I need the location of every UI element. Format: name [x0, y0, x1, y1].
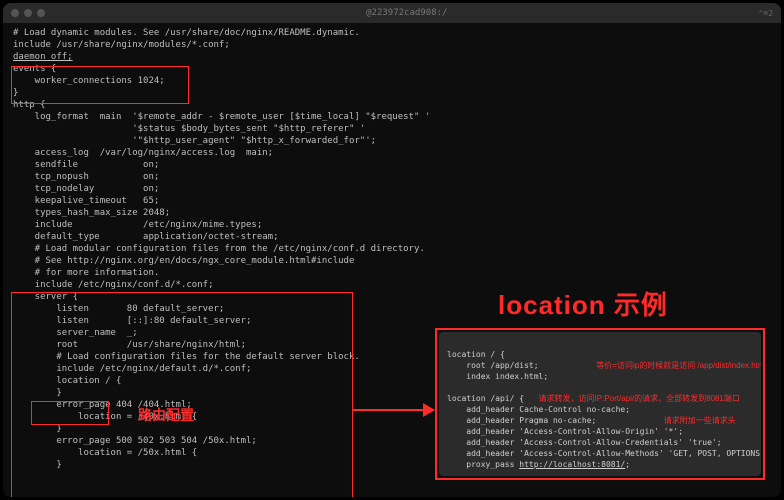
terminal-window: @223972cad908:/ ⌃⌘2 # Load dynamic modul…: [3, 3, 781, 497]
code-line: listen 80 default_server;: [13, 303, 771, 315]
ex-line: add_header 'Access-Control-Allow-Origin'…: [447, 427, 683, 436]
code-line: types_hash_max_size 2048;: [13, 207, 771, 219]
code-line: access_log /var/log/nginx/access.log mai…: [13, 147, 771, 159]
ex-line: index index.html;: [447, 372, 548, 381]
minimize-icon[interactable]: [24, 9, 32, 17]
code-line: # Load modular configuration files from …: [13, 243, 771, 255]
ex-line: add_header Cache-Control no-cache;: [447, 405, 630, 414]
code-line: # Load dynamic modules. See /usr/share/d…: [13, 27, 771, 39]
code-line: keepalive_timeout 65;: [13, 195, 771, 207]
ex-line: add_header 'Access-Control-Allow-Methods…: [447, 449, 761, 458]
code-line: # for more information.: [13, 267, 771, 279]
code-line: worker_connections 1024;: [13, 75, 771, 87]
window-shortcut: ⌃⌘2: [759, 9, 773, 18]
code-line: include /usr/share/nginx/modules/*.conf;: [13, 39, 771, 51]
editor-content[interactable]: # Load dynamic modules. See /usr/share/d…: [3, 23, 781, 497]
code-line: tcp_nopush on;: [13, 171, 771, 183]
code-line: '$status $body_bytes_sent "$http_referer…: [13, 123, 771, 135]
code-line: '"$http_user_agent" "$http_x_forwarded_f…: [13, 135, 771, 147]
code-line: listen [::]:80 default_server;: [13, 315, 771, 327]
ex-line: add_header Pragma no-cache; 请求附加一些请求头: [447, 416, 736, 425]
code-line: default_type application/octet-stream;: [13, 231, 771, 243]
code-line: events {: [13, 63, 771, 75]
code-line: }: [13, 87, 771, 99]
code-line: sendfile on;: [13, 159, 771, 171]
window-title: @223972cad908:/: [55, 8, 759, 18]
code-line: log_format main '$remote_addr - $remote_…: [13, 111, 771, 123]
zoom-icon[interactable]: [37, 9, 45, 17]
code-line: # See http://nginx.org/en/docs/ngx_core_…: [13, 255, 771, 267]
code-line: daemon off;: [13, 51, 771, 63]
ex-line: location /api/ { 请求转发，访问IP:Port/api/的请求，…: [447, 394, 740, 403]
ex-line: location / {: [447, 350, 505, 359]
code-line: http {: [13, 99, 771, 111]
ex-line: root /app/dist; 等价=访问ip的时候就是访问 /app/dist…: [447, 361, 761, 370]
code-line: include /etc/nginx/conf.d/*.conf;: [13, 279, 771, 291]
ex-line: proxy_pass http://localhost:8081/;: [447, 460, 630, 469]
code-line: include /etc/nginx/mime.types;: [13, 219, 771, 231]
ex-line: add_header 'Access-Control-Allow-Credent…: [447, 438, 722, 447]
code-line: server {: [13, 291, 771, 303]
code-line: tcp_nodelay on;: [13, 183, 771, 195]
example-config-popup: location / { root /app/dist; 等价=访问ip的时候就…: [439, 332, 761, 476]
close-icon[interactable]: [11, 9, 19, 17]
titlebar: @223972cad908:/ ⌃⌘2: [3, 3, 781, 23]
traffic-lights: [11, 9, 45, 17]
